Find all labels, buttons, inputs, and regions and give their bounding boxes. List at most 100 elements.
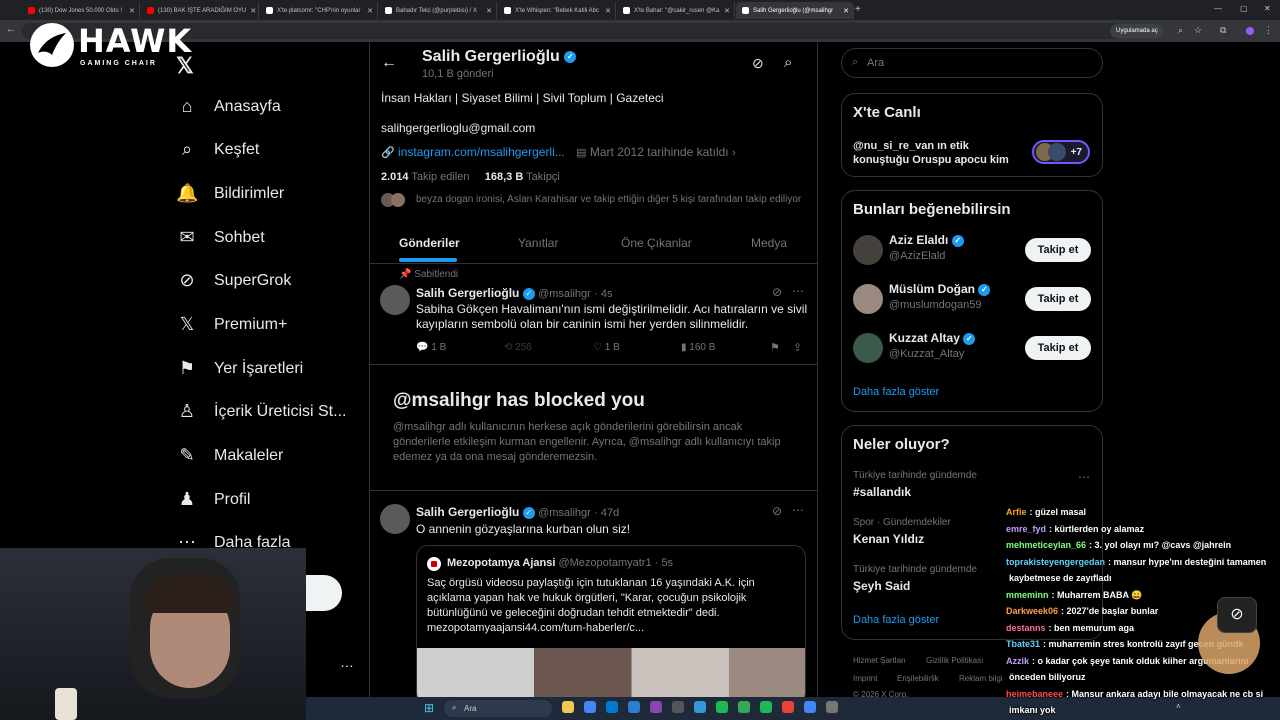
close-tab-icon[interactable]: ✕ <box>843 7 849 15</box>
browser-tab[interactable]: X'te Bahar: "@cakir_rusen @Ka ✕ <box>617 2 735 19</box>
sidebar-item-10[interactable]: ♟ Profil <box>176 489 251 510</box>
taskbar-search[interactable]: ⌕ Ara <box>444 700 552 717</box>
footer-link[interactable]: Reklam bilgi <box>959 674 1003 683</box>
post-time[interactable]: · 47d <box>594 507 619 519</box>
x-logo-icon[interactable]: 𝕏 <box>176 53 194 79</box>
browser-tab[interactable]: X'te Whispen: "Bebek Katili Abc ✕ <box>498 2 616 19</box>
grok-icon[interactable]: ⊘ <box>772 285 782 299</box>
search-input[interactable]: ⌕ Ara <box>841 48 1103 78</box>
grok-floating-icon[interactable]: ⊘ <box>1217 597 1257 633</box>
more-icon[interactable]: ⋯ <box>792 503 804 517</box>
sidebar-item-7[interactable]: ⚑ Yer İşaretleri <box>176 358 303 379</box>
taskbar-app-icon[interactable] <box>760 701 772 713</box>
bookmark-star-icon[interactable]: ☆ <box>1194 25 1202 36</box>
avatar[interactable] <box>380 504 410 534</box>
minimize-button[interactable]: — <box>1214 4 1222 13</box>
maximize-button[interactable]: ▢ <box>1240 4 1248 13</box>
views-action[interactable]: ▮ 160 B <box>681 342 715 353</box>
sidebar-item-6[interactable]: 𝕏 Premium+ <box>176 314 288 335</box>
sidebar-item-1[interactable]: ⌂ Anasayfa <box>176 96 281 117</box>
post-author[interactable]: Salih Gergerlioğlu <box>416 286 519 300</box>
back-icon[interactable]: ← <box>6 24 16 35</box>
menu-icon[interactable]: ⋮ <box>1264 25 1273 36</box>
close-tab-icon[interactable]: ✕ <box>486 7 492 15</box>
repost-action[interactable]: ⟲ 256 <box>504 342 532 353</box>
follow-button[interactable]: Takip et <box>1025 238 1091 262</box>
new-tab-button[interactable]: + <box>855 4 861 15</box>
live-participants[interactable]: +7 <box>1032 140 1090 164</box>
more-icon[interactable]: ⋯ <box>792 284 804 298</box>
post-time[interactable]: · 4s <box>594 288 612 300</box>
profile-avatar-icon[interactable] <box>1246 27 1254 35</box>
browser-tab[interactable]: (130) Dow Jones 50.000 Oldu ! ✕ <box>22 2 140 19</box>
share-icon[interactable]: ⇪ <box>793 341 802 354</box>
follow-button[interactable]: Takip et <box>1025 336 1091 360</box>
footer-link[interactable]: Hizmet Şartları <box>853 656 906 665</box>
tray-chevron-icon[interactable]: ˄ <box>1176 702 1181 711</box>
taskbar-app-icon[interactable] <box>826 701 838 713</box>
taskbar-app-icon[interactable] <box>738 701 750 713</box>
grok-icon[interactable]: ⊘ <box>752 55 764 72</box>
footer-link[interactable]: Erişilebilirlik <box>897 674 939 683</box>
avatar[interactable] <box>853 284 883 314</box>
live-text[interactable]: @nu_si_re_van ın etik konuştuğu Oruspu a… <box>853 139 1023 167</box>
browser-tab[interactable]: Salih Gergerlioğlu (@msalihgr ✕ <box>736 2 854 19</box>
zoom-icon[interactable]: ⌕ <box>1178 25 1183 36</box>
trends-show-more-link[interactable]: Daha fazla göster <box>853 614 939 626</box>
taskbar-app-icon[interactable] <box>562 701 574 713</box>
sidebar-item-8[interactable]: ♙ İçerik Üreticisi St... <box>176 401 347 422</box>
bookmark-icon[interactable]: ⚑ <box>770 341 780 354</box>
open-in-app-button[interactable]: Uygulamada aç <box>1110 24 1164 38</box>
taskbar-app-icon[interactable] <box>716 701 728 713</box>
reply-icon[interactable]: 💬 <box>416 342 428 353</box>
profile-tab[interactable]: Öne Çıkanlar <box>621 236 692 250</box>
follow-button[interactable]: Takip et <box>1025 287 1091 311</box>
taskbar-app-icon[interactable] <box>804 701 816 713</box>
sidebar-item-3[interactable]: 🔔 Bildirimler <box>176 183 284 204</box>
following-label[interactable]: Takip edilen <box>411 171 469 183</box>
sidebar-item-5[interactable]: ⊘ SuperGrok <box>176 270 291 291</box>
taskbar-app-icon[interactable] <box>782 701 794 713</box>
close-tab-icon[interactable]: ✕ <box>367 7 373 15</box>
avatar[interactable] <box>853 235 883 265</box>
taskbar-app-icon[interactable] <box>672 701 684 713</box>
browser-tab[interactable]: Bahadır Telci (@purplebisi) / X ✕ <box>379 2 497 19</box>
taskbar-app-icon[interactable] <box>628 701 640 713</box>
followed-by-text[interactable]: beyza dogan ironisi, Aslan Karahisar ve … <box>416 194 801 205</box>
extensions-icon[interactable]: ⧉ <box>1220 25 1226 36</box>
account-more-icon[interactable]: … <box>340 654 354 670</box>
sidebar-item-9[interactable]: ✎ Makaleler <box>176 445 283 466</box>
like-action[interactable]: ♡ 1 B <box>593 342 620 353</box>
taskbar-app-icon[interactable] <box>694 701 706 713</box>
browser-tab[interactable]: (130) BAK İŞTE ARADIĞIM OYU ✕ <box>141 2 259 19</box>
followers-label[interactable]: Takipçi <box>526 171 560 183</box>
avatar[interactable] <box>853 333 883 363</box>
post-handle[interactable]: @msalihgr <box>538 507 591 519</box>
profile-link[interactable]: instagram.com/msalihgergerli... <box>398 145 565 159</box>
grok-icon[interactable]: ⊘ <box>772 504 782 518</box>
close-tab-icon[interactable]: ✕ <box>129 7 135 15</box>
post-author[interactable]: Salih Gergerlioğlu <box>416 505 519 519</box>
taskbar-app-icon[interactable] <box>606 701 618 713</box>
close-tab-icon[interactable]: ✕ <box>724 7 730 15</box>
avatar[interactable] <box>380 285 410 315</box>
trend-more-icon[interactable]: ⋯ <box>1078 470 1090 484</box>
taskbar-app-icon[interactable] <box>650 701 662 713</box>
followers-count[interactable]: 168,3 B <box>485 171 524 183</box>
profile-tab[interactable]: Yanıtlar <box>518 236 558 250</box>
show-more-link[interactable]: Daha fazla göster <box>853 386 939 398</box>
footer-link[interactable]: Imprint <box>853 674 877 683</box>
profile-tab[interactable]: Medya <box>751 236 787 250</box>
following-count[interactable]: 2.014 <box>381 171 409 183</box>
taskbar-app-icon[interactable] <box>584 701 596 713</box>
footer-link[interactable]: Gizlilik Politikası <box>926 656 983 665</box>
close-tab-icon[interactable]: ✕ <box>605 7 611 15</box>
profile-tab[interactable]: Gönderiler <box>399 236 460 250</box>
search-icon[interactable]: ⌕ <box>784 54 792 71</box>
browser-tab[interactable]: X'te platcomr: "CHP'nin oyunlar ✕ <box>260 2 378 19</box>
sidebar-item-4[interactable]: ✉ Sohbet <box>176 227 264 248</box>
sidebar-item-2[interactable]: ⌕ Keşfet <box>176 139 259 160</box>
quoted-post[interactable]: Mezopotamya Ajansi @Mezopotamyatr1 · 5s … <box>416 545 806 705</box>
post-handle[interactable]: @msalihgr <box>538 288 591 300</box>
close-window-button[interactable]: ✕ <box>1264 4 1271 13</box>
